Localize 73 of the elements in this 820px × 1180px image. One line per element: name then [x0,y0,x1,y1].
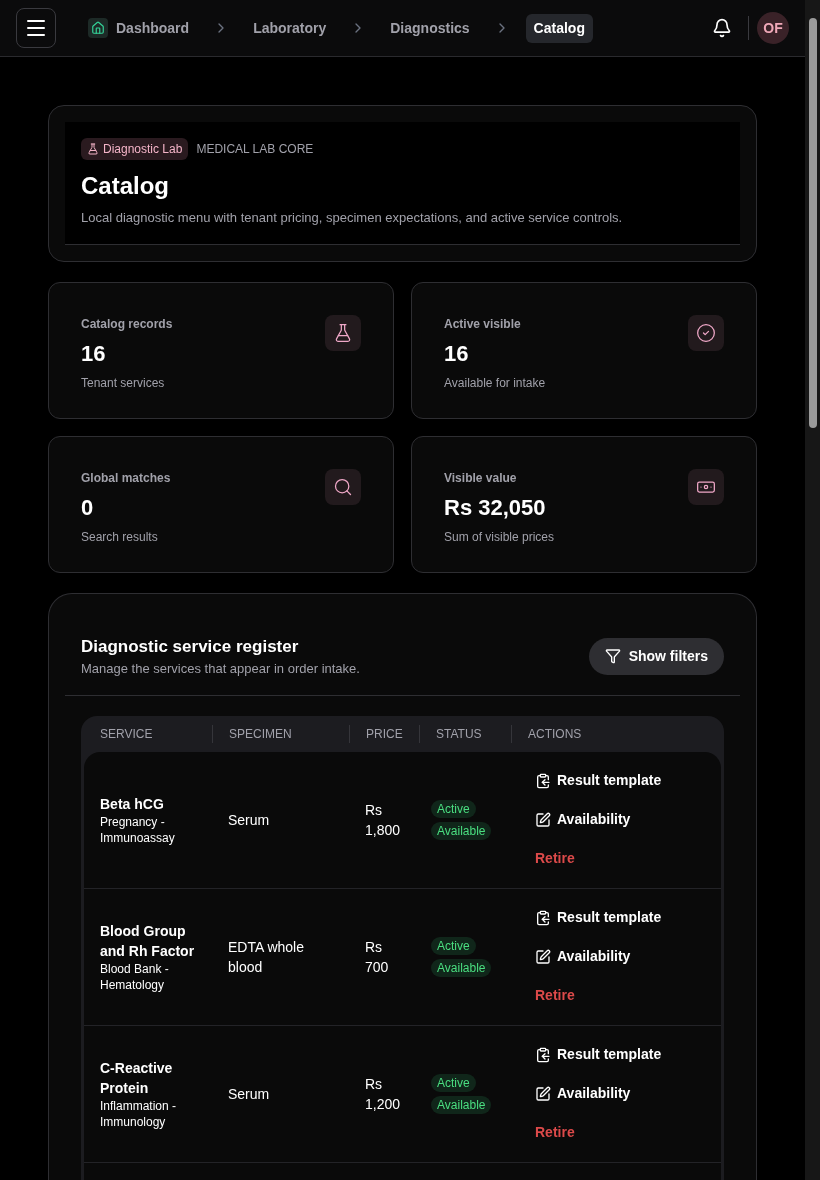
breadcrumb-link[interactable]: Diagnostics [382,13,478,43]
edit-icon [535,811,551,828]
stat-label: Visible value [444,469,518,487]
breadcrumb-link[interactable]: Dashboard [80,13,198,43]
action-button[interactable]: Availability [535,1083,697,1104]
retire-button[interactable]: Retire [535,985,697,1006]
check-circle-icon [696,322,716,343]
price-currency: Rs [365,800,384,820]
page-description: Local diagnostic menu with tenant pricing, specimen expectations, and active service controls. [81,209,624,227]
column-header: STATUS [436,726,482,741]
specimen-cell-text: Serum [227,810,271,830]
home-icon [88,18,108,38]
action-button[interactable]: Availability [535,809,697,830]
eyebrow-text: MEDICAL LAB CORE [196,141,314,158]
stat-caption: Search results [81,528,159,546]
notification-bell-icon[interactable] [712,18,732,38]
lab-badge: Diagnostic Lab [81,138,189,160]
action-button[interactable]: Result template [535,907,697,928]
breadcrumb-link[interactable]: Catalog [525,13,593,43]
stat-label: Active visible [444,315,522,333]
status-badge: Active [431,799,476,818]
stat-value: 16 [444,339,470,368]
register-subtitle: Manage the services that appear in order intake. [81,660,360,678]
service-category: Pregnancy - Immunoassay [100,813,176,846]
price-currency: Rs [365,1074,384,1094]
status-badge: Active [431,936,476,955]
service-category: Inflammation - Immunology [100,1097,178,1130]
action-button[interactable]: Availability [535,946,697,967]
column-header: SPECIMEN [229,726,292,741]
price-currency: Rs [365,937,384,957]
stat-caption: Tenant services [81,374,166,392]
availability-badge: Available [431,1095,492,1114]
clipboard-icon [535,909,551,926]
filter-icon [604,648,621,664]
specimen-cell-text: Serum [227,1084,271,1104]
availability-badge: Available [431,958,492,977]
column-header: PRICE [366,726,403,741]
stat-value: 16 [81,339,107,368]
edit-icon [535,948,551,965]
flask-icon [333,322,353,343]
user-avatar[interactable]: OF [757,12,789,44]
specimen-cell-text: EDTA whole blood [227,937,305,977]
action-button[interactable]: Result template [535,770,697,791]
clipboard-icon [535,772,551,789]
clipboard-icon [535,1046,551,1063]
stat-value: 0 [81,493,95,522]
show-filters-button[interactable]: Show filters [588,637,724,675]
stat-label: Global matches [81,469,171,487]
price-value: 700 [365,957,390,977]
stat-caption: Sum of visible prices [444,528,555,546]
column-header: SERVICE [100,726,153,741]
service-name: Beta hCG [100,794,165,814]
stat-label: Catalog records [81,315,173,333]
stat-caption: Available for intake [444,374,546,392]
action-button[interactable]: Result template [535,1044,697,1065]
retire-button[interactable]: Retire [535,1122,697,1143]
status-badge: Active [431,1073,476,1092]
edit-icon [535,1085,551,1102]
retire-button[interactable]: Retire [535,848,697,869]
stat-value: Rs 32,050 [444,493,547,522]
page-title: Catalog [81,171,170,201]
breadcrumb-link[interactable]: Laboratory [245,13,335,43]
scrollbar[interactable] [805,0,820,1180]
availability-badge: Available [431,821,492,840]
column-header: ACTIONS [528,726,582,741]
service-name: Blood Group and Rh Factor [100,921,196,961]
price-value: 1,200 [365,1094,402,1114]
search-icon [333,476,353,497]
register-title: Diagnostic service register [81,635,300,658]
menu-button[interactable] [16,8,56,48]
service-name: C-Reactive Protein [100,1058,174,1098]
price-value: 1,800 [365,820,402,840]
service-category: Blood Bank - Hematology [100,960,170,993]
